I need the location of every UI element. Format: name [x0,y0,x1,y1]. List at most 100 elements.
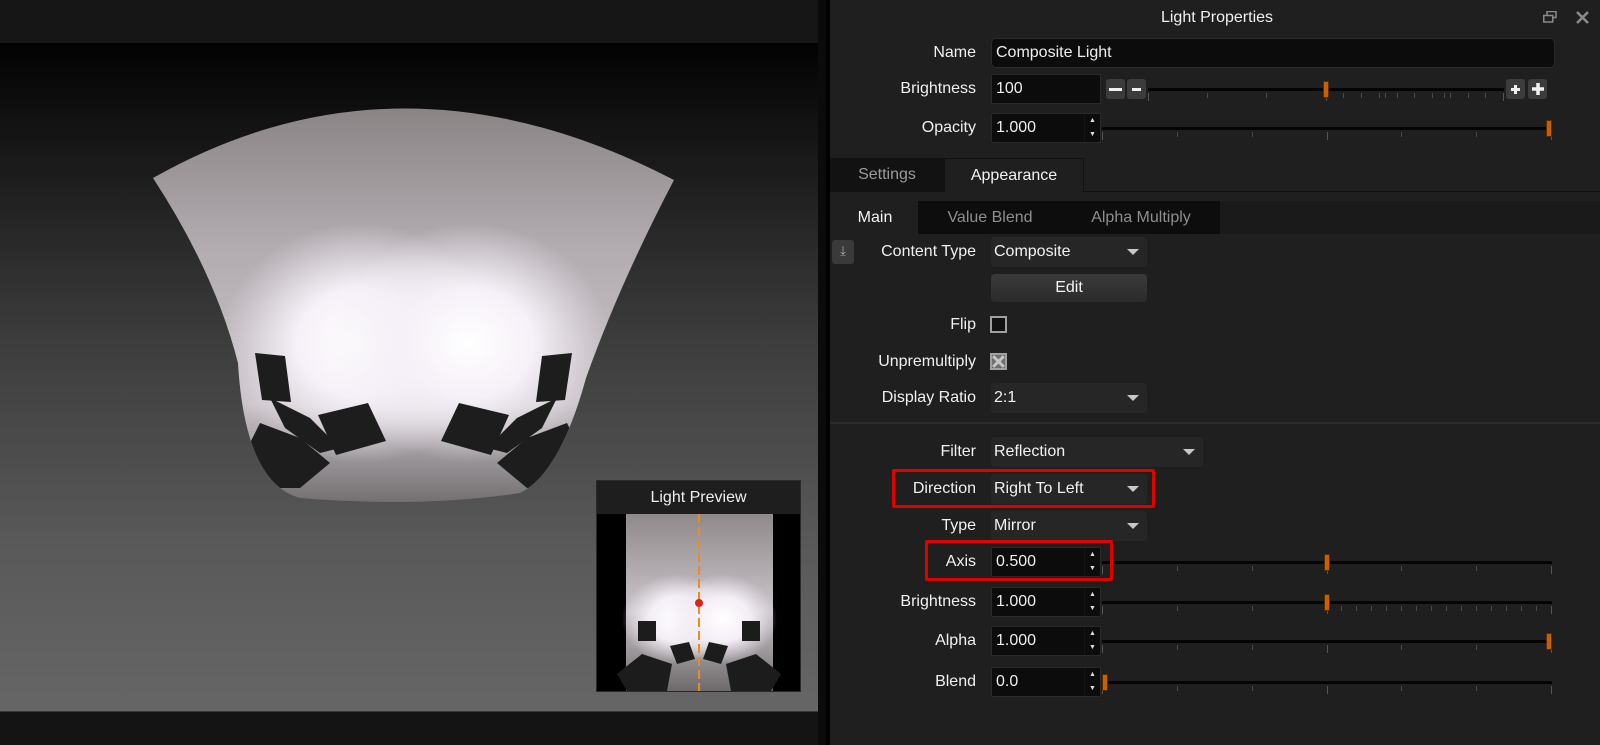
tab-settings[interactable]: Settings [830,158,944,192]
slider-tick [1177,132,1178,137]
slider-thumb[interactable] [1323,81,1329,98]
spin-down-icon[interactable]: ▼ [1089,565,1096,573]
spin-up-icon[interactable]: ▲ [1089,671,1096,679]
brightness-slider[interactable] [1148,72,1504,106]
close-icon[interactable] [1574,9,1590,25]
slider-tick [1252,686,1253,691]
blend-spinner[interactable]: ▲ ▼ [1084,668,1100,696]
slider-track[interactable] [1102,681,1552,684]
slider-tick [1207,93,1208,98]
spin-down-icon[interactable]: ▼ [1089,644,1096,652]
slider-minor-tick [1371,606,1372,611]
axis-row: Axis ▲▼ [830,545,1600,579]
panel-title: Light Properties [1160,9,1274,26]
slider-thumb[interactable] [1324,554,1330,571]
main-tabs: Settings Appearance [830,158,1600,192]
filter-brightness-spinner[interactable]: ▲ ▼ [1084,588,1100,616]
brightness-input[interactable] [992,75,1100,103]
blend-row: Blend ▲▼ [830,665,1600,699]
display-ratio-dropdown[interactable]: 2:1 [991,383,1147,413]
slider-thumb[interactable] [1324,594,1330,611]
name-field[interactable] [991,38,1555,68]
spin-down-icon[interactable]: ▼ [1089,685,1096,693]
spin-up-icon[interactable]: ▲ [1089,630,1096,638]
type-row: Type Mirror [830,509,1600,543]
slider-tick [1177,606,1178,611]
alpha-spinner[interactable]: ▲ ▼ [1084,627,1100,655]
tab-value-blend[interactable]: Value Blend [918,201,1062,234]
restore-window-icon[interactable] [1542,9,1558,25]
content-type-dropdown[interactable]: Composite [991,237,1147,267]
brightness-label: Brightness [900,80,976,97]
spin-up-icon[interactable]: ▲ [1089,551,1096,559]
slider-tick [1177,686,1178,691]
slider-thumb[interactable] [1546,120,1552,137]
sub-tabs: Main Value Blend Alpha Multiply [832,201,1600,234]
brightness-decrease-large-button[interactable] [1106,79,1125,99]
opacity-spinner[interactable]: ▲ ▼ [1084,114,1100,142]
slider-minor-tick [1536,606,1537,611]
slider-tick [1401,132,1402,137]
slider-tick [1476,132,1477,137]
spin-down-icon[interactable]: ▼ [1089,605,1096,613]
spin-down-icon[interactable]: ▼ [1089,131,1096,139]
name-row: Name [830,36,1600,70]
direction-dropdown[interactable]: Right To Left [991,474,1147,504]
slider-minor-tick [1397,93,1398,98]
edit-button[interactable]: Edit [991,274,1147,302]
download-icon[interactable]: ⤓ [832,240,854,264]
slider-thumb[interactable] [1546,633,1552,650]
slider-track[interactable] [1102,640,1552,643]
axis-field[interactable]: ▲▼ [991,547,1101,577]
slider-minor-tick [1432,93,1433,98]
brightness-field[interactable] [991,74,1101,104]
content-type-row: ⤓ Content Type Composite [830,235,1600,269]
chevron-down-icon [1127,395,1139,401]
chevron-down-icon [1127,523,1139,529]
axis-slider[interactable] [1102,545,1552,579]
slider-minor-tick [1343,93,1344,98]
slider-minor-tick [1379,93,1380,98]
viewport-statusbar [0,711,818,745]
tab-alpha-multiply[interactable]: Alpha Multiply [1062,201,1220,234]
3d-viewport-canvas[interactable]: Light Preview [0,43,818,711]
light-preview-image[interactable] [597,514,800,691]
brightness-increase-small-button[interactable] [1506,79,1525,99]
slider-tick [1102,132,1103,140]
flip-label: Flip [950,316,976,333]
spin-up-icon[interactable]: ▲ [1089,117,1096,125]
alpha-slider[interactable] [1102,624,1552,658]
slider-track[interactable] [1102,127,1552,130]
slider-tick [1401,566,1402,571]
filter-dropdown[interactable]: Reflection [991,437,1203,467]
unpremultiply-checkbox[interactable] [990,353,1007,370]
opacity-row: Opacity ▲▼ [830,111,1600,145]
blend-slider[interactable] [1102,665,1552,699]
opacity-field[interactable]: ▲▼ [991,113,1101,143]
slider-thumb[interactable] [1102,674,1108,691]
direction-label: Direction [912,480,976,497]
chevron-down-icon [1127,486,1139,492]
axis-label: Axis [945,553,976,570]
axis-spinner[interactable]: ▲ ▼ [1084,548,1100,576]
slider-tick [1252,645,1253,650]
filter-brightness-field[interactable]: ▲▼ [991,587,1101,617]
unpremultiply-label: Unpremultiply [878,353,976,370]
tab-main[interactable]: Main [832,201,918,234]
tab-appearance[interactable]: Appearance [944,158,1084,192]
slider-tick [1476,686,1477,691]
slider-tick [1551,686,1552,694]
alpha-field[interactable]: ▲▼ [991,626,1101,656]
spin-up-icon[interactable]: ▲ [1089,591,1096,599]
filter-brightness-label: Brightness [900,593,976,610]
panel-splitter[interactable] [818,0,826,745]
brightness-decrease-small-button[interactable] [1127,79,1146,99]
name-input[interactable] [992,39,1554,67]
type-dropdown[interactable]: Mirror [991,511,1147,541]
flip-checkbox[interactable] [990,316,1007,333]
opacity-slider[interactable] [1102,111,1552,145]
blend-field[interactable]: ▲▼ [991,667,1101,697]
filter-brightness-slider[interactable] [1102,585,1552,619]
brightness-increase-large-button[interactable] [1528,79,1547,99]
minus-icon [1132,87,1141,91]
